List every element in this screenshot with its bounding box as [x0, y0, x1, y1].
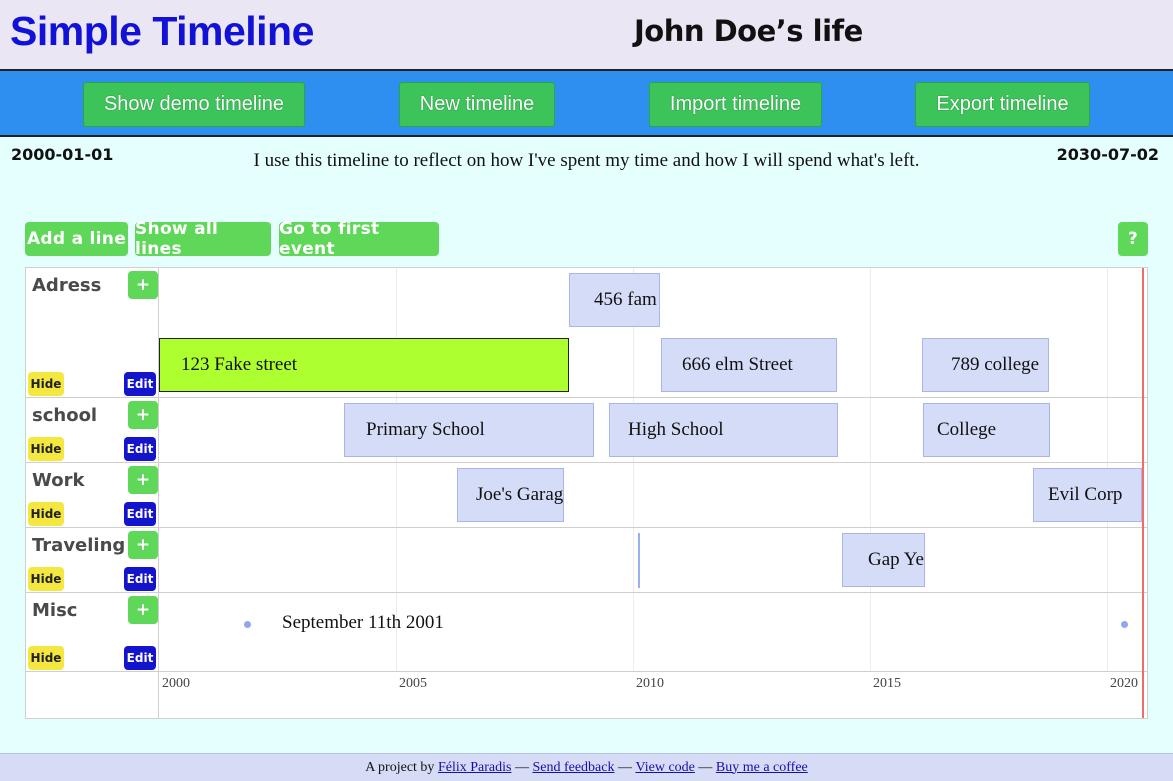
current-time-marker [1142, 268, 1144, 718]
timeline-panel: Adress + Hide Edit school + Hide Edit Wo… [25, 267, 1148, 719]
timeline-item[interactable]: High School [609, 403, 838, 457]
app-title: Simple Timeline [10, 8, 314, 54]
footer: A project by Félix Paradis — Send feedba… [0, 753, 1173, 781]
event-dot[interactable] [1121, 621, 1128, 628]
timeline-item[interactable]: 456 fam [569, 273, 660, 327]
footer-separator: — [511, 759, 533, 775]
timeline-item[interactable]: Primary School [344, 403, 594, 457]
help-button[interactable]: ? [1118, 222, 1148, 256]
event-dot[interactable] [244, 621, 251, 628]
author-link[interactable]: Félix Paradis [438, 760, 512, 776]
edit-button-traveling[interactable]: Edit [124, 567, 156, 591]
add-item-button-misc[interactable]: + [128, 596, 158, 624]
add-item-button-school[interactable]: + [128, 401, 158, 429]
row-separator [26, 671, 1147, 672]
lane-name-adress: Adress [32, 275, 102, 296]
show-demo-button[interactable]: Show demo timeline [83, 82, 305, 127]
hide-button-work[interactable]: Hide [28, 502, 64, 526]
axis-tick-label: 2000 [162, 676, 190, 691]
lane-name-misc: Misc [32, 600, 78, 621]
add-item-button-adress[interactable]: + [128, 271, 158, 299]
hide-button-traveling[interactable]: Hide [28, 567, 64, 591]
axis-tick-label: 2015 [873, 676, 901, 691]
timeline-item[interactable]: Evil Corp [1033, 468, 1142, 522]
footer-separator: — [694, 759, 716, 775]
row-separator [26, 527, 1147, 528]
timeline-item[interactable]: Gap Ye [842, 533, 925, 587]
add-line-button[interactable]: Add a line [25, 222, 128, 256]
axis-tick-label: 2005 [399, 676, 427, 691]
show-all-lines-button[interactable]: Show all lines [135, 219, 271, 259]
timeline-item[interactable]: 789 college [922, 338, 1049, 392]
send-feedback-link[interactable]: Send feedback [532, 760, 614, 776]
event-label[interactable]: September 11th 2001 [282, 612, 444, 634]
buy-coffee-link[interactable]: Buy me a coffee [716, 760, 808, 776]
edit-button-adress[interactable]: Edit [124, 372, 156, 396]
grid-line [870, 268, 871, 672]
axis-tick-label: 2020 [1110, 676, 1138, 691]
timeline-title[interactable]: John Doe’s life [634, 14, 863, 48]
timeline-point-marker[interactable] [638, 533, 640, 588]
timeline-description[interactable]: I use this timeline to reflect on how I'… [0, 150, 1173, 172]
timeline-item[interactable]: Joe's Garag [457, 468, 564, 522]
main-toolbar: Show demo timeline New timeline Import t… [0, 71, 1173, 137]
timeline-item[interactable]: 666 elm Street [661, 338, 837, 392]
hide-button-school[interactable]: Hide [28, 437, 64, 461]
timeline-item[interactable]: College [923, 403, 1050, 457]
row-separator [26, 592, 1147, 593]
hide-button-misc[interactable]: Hide [28, 646, 64, 670]
view-code-link[interactable]: View code [635, 760, 694, 776]
axis-tick-label: 2010 [636, 676, 664, 691]
edit-button-misc[interactable]: Edit [124, 646, 156, 670]
footer-separator: — [614, 759, 636, 775]
lane-name-work: Work [32, 470, 85, 491]
add-item-button-work[interactable]: + [128, 466, 158, 494]
lane-name-school: school [32, 405, 98, 426]
row-separator [26, 397, 1147, 398]
end-date[interactable]: 2030-07-02 [1057, 145, 1159, 164]
import-timeline-button[interactable]: Import timeline [649, 82, 822, 127]
edit-button-school[interactable]: Edit [124, 437, 156, 461]
go-to-first-event-button[interactable]: Go to first event [279, 219, 439, 259]
add-item-button-traveling[interactable]: + [128, 531, 158, 559]
app-header: Simple Timeline John Doe’s life [0, 0, 1173, 71]
new-timeline-button[interactable]: New timeline [399, 82, 555, 127]
edit-button-work[interactable]: Edit [124, 502, 156, 526]
lane-name-traveling: Traveling [32, 535, 126, 556]
grid-line [633, 268, 634, 672]
export-timeline-button[interactable]: Export timeline [915, 82, 1090, 127]
footer-prefix: A project by [365, 759, 438, 775]
row-separator [26, 462, 1147, 463]
timeline-item-selected[interactable]: 123 Fake street [159, 338, 569, 392]
lane-label-column: Adress + Hide Edit school + Hide Edit Wo… [26, 268, 159, 718]
hide-button-adress[interactable]: Hide [28, 372, 64, 396]
